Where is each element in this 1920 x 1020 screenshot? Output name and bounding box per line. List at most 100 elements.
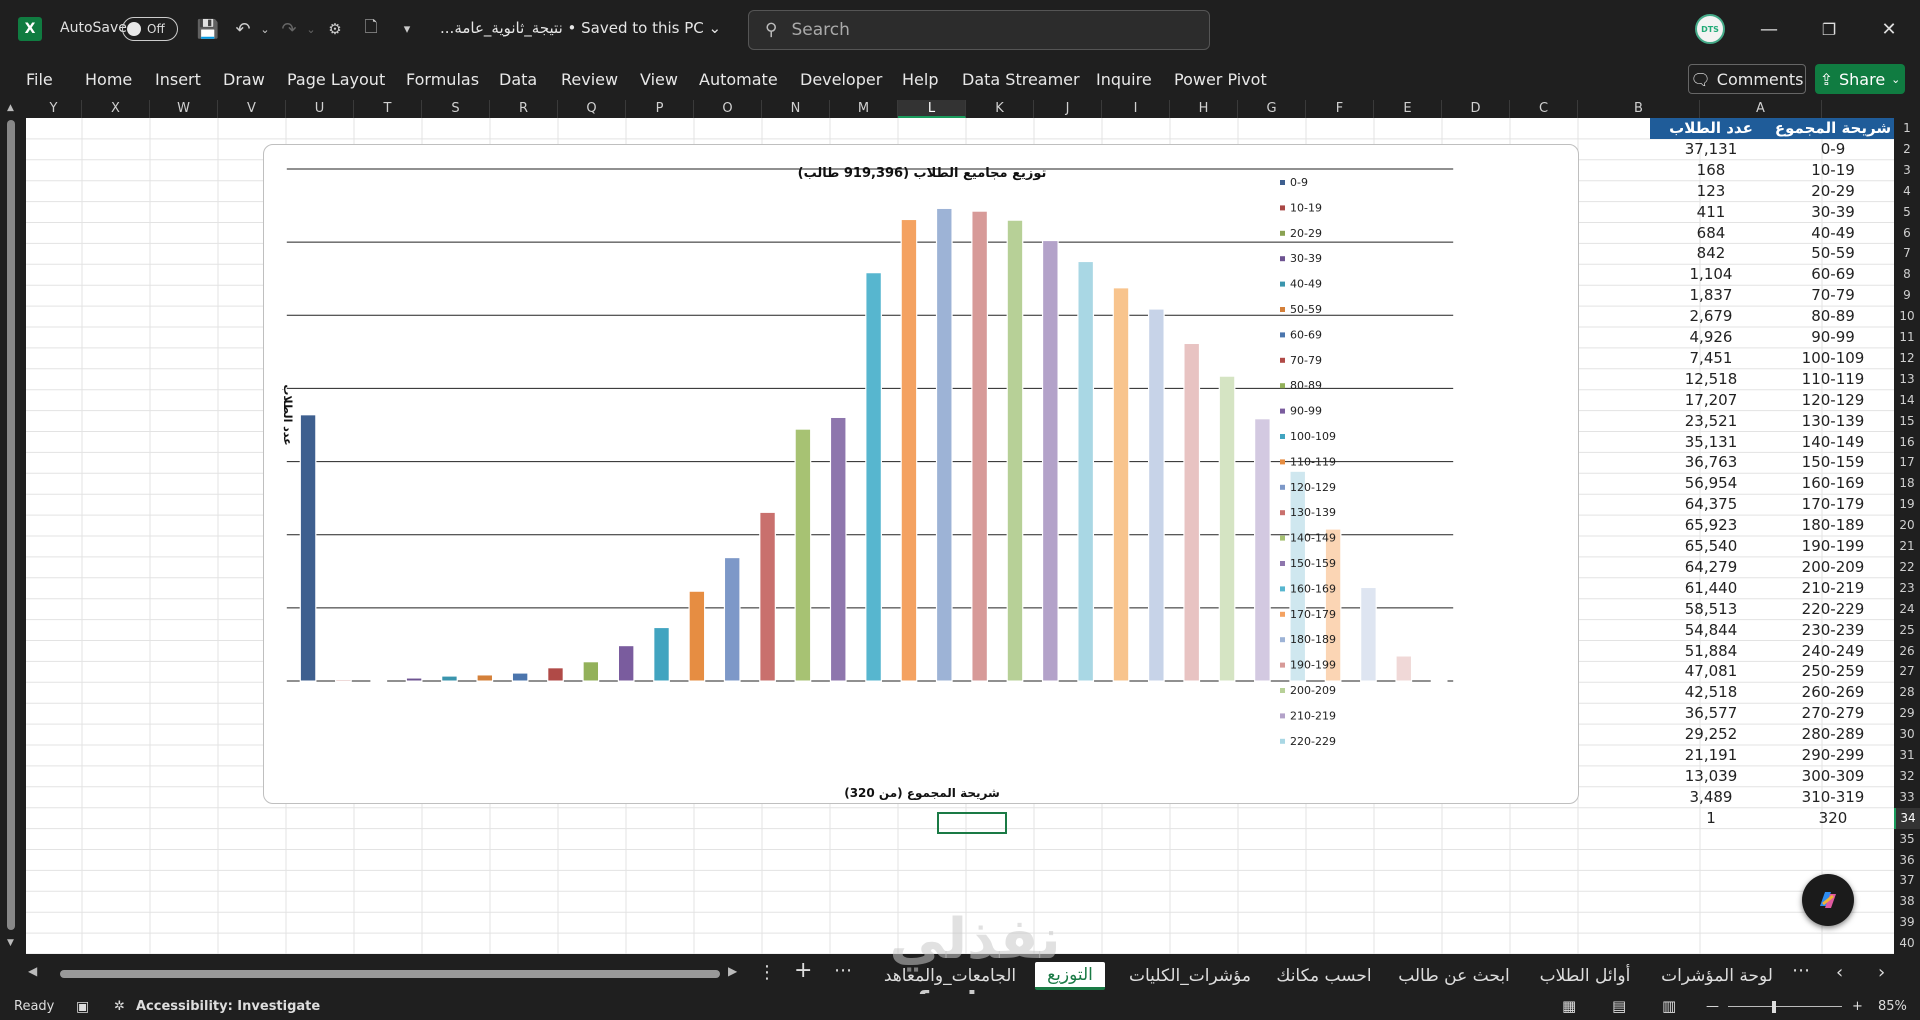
chart-bar-240-249[interactable] <box>1147 308 1165 682</box>
table-cell-count[interactable]: 842 <box>1650 243 1772 264</box>
chart-bar-220-229[interactable] <box>1077 261 1095 682</box>
chart-bar-300-309[interactable] <box>1360 587 1377 682</box>
row-header-26[interactable]: 26 <box>1894 641 1920 662</box>
more-sheets-right-icon[interactable]: ⋯ <box>1792 960 1810 981</box>
tab-review[interactable]: Review <box>561 70 618 89</box>
table-cell-count[interactable]: 29,252 <box>1650 724 1772 745</box>
chart-bar-120-129[interactable] <box>723 557 741 682</box>
row-header-2[interactable]: 2 <box>1894 139 1920 160</box>
copilot-button[interactable] <box>1802 874 1854 926</box>
table-cell-range[interactable]: 160-169 <box>1772 473 1894 494</box>
table-cell-range[interactable]: 130-139 <box>1772 411 1894 432</box>
chart-bar-310-319[interactable] <box>1395 655 1413 682</box>
table-cell-range[interactable]: 200-209 <box>1772 557 1894 578</box>
row-header-39[interactable]: 39 <box>1894 912 1920 933</box>
tab-formulas[interactable]: Formulas <box>406 70 479 89</box>
column-header-r[interactable]: R <box>490 100 558 118</box>
chart-bar-190-199[interactable] <box>971 210 989 682</box>
table-cell-count[interactable]: 123 <box>1650 181 1772 202</box>
table-cell-count[interactable]: 65,923 <box>1650 515 1772 536</box>
column-header-k[interactable]: K <box>966 100 1034 118</box>
chart-bar-10-19[interactable] <box>335 679 352 682</box>
chart-bar-130-139[interactable] <box>759 511 776 682</box>
chart-bar-110-119[interactable] <box>688 590 706 682</box>
row-header-20[interactable]: 20 <box>1894 515 1920 536</box>
chart-bar-50-59[interactable] <box>476 674 494 682</box>
table-cell-range[interactable]: 100-109 <box>1772 348 1894 369</box>
row-header-23[interactable]: 23 <box>1894 578 1920 599</box>
row-header-5[interactable]: 5 <box>1894 202 1920 223</box>
table-cell-range[interactable]: 170-179 <box>1772 494 1894 515</box>
column-header-i[interactable]: I <box>1102 100 1170 118</box>
row-header-3[interactable]: 3 <box>1894 160 1920 181</box>
row-header-27[interactable]: 27 <box>1894 661 1920 682</box>
scroll-up-icon[interactable]: ▲ <box>7 103 14 113</box>
chart-bar-200-209[interactable] <box>1006 219 1024 682</box>
undo-dropdown-icon[interactable]: ⌄ <box>252 16 278 42</box>
chart-bar-150-159[interactable] <box>829 416 847 682</box>
table-cell-range[interactable]: 290-299 <box>1772 745 1894 766</box>
table-cell-count[interactable]: 47,081 <box>1650 661 1772 682</box>
chart-bar-280-289[interactable] <box>1289 470 1307 682</box>
table-cell-count[interactable]: 36,763 <box>1650 452 1772 473</box>
row-header-9[interactable]: 9 <box>1894 285 1920 306</box>
column-header-d[interactable]: D <box>1442 100 1510 118</box>
sheet-tab-college-indicators[interactable]: مؤشرات_الكليات <box>1120 962 1260 990</box>
table-cell-range[interactable]: 20-29 <box>1772 181 1894 202</box>
table-cell-range[interactable]: 270-279 <box>1772 703 1894 724</box>
column-header-t[interactable]: T <box>354 100 422 118</box>
column-header-s[interactable]: S <box>422 100 490 118</box>
document-title[interactable]: ...نتيجة_ثانوية_عامة • Saved to this PC … <box>440 19 721 37</box>
zoom-level[interactable]: 85% <box>1878 999 1907 1014</box>
chart-bar-250-259[interactable] <box>1183 343 1201 682</box>
zoom-out-icon[interactable]: — <box>1706 999 1719 1014</box>
table-cell-range[interactable]: 90-99 <box>1772 327 1894 348</box>
row-header-21[interactable]: 21 <box>1894 536 1920 557</box>
table-cell-count[interactable]: 3,489 <box>1650 787 1772 808</box>
more-options-icon[interactable]: ⋮ <box>758 962 776 983</box>
chart-bar-270-279[interactable] <box>1254 418 1271 682</box>
row-header-24[interactable]: 24 <box>1894 599 1920 620</box>
share-button[interactable]: ⇪ Share ⌄ <box>1815 64 1905 94</box>
table-cell-count[interactable]: 1 <box>1650 808 1772 829</box>
tab-page-layout[interactable]: Page Layout <box>287 70 385 89</box>
table-cell-count[interactable]: 17,207 <box>1650 390 1772 411</box>
tab-data-streamer[interactable]: Data Streamer <box>962 70 1080 89</box>
table-cell-count[interactable]: 61,440 <box>1650 578 1772 599</box>
chart-bar-70-79[interactable] <box>547 667 564 682</box>
table-cell-count[interactable]: 51,884 <box>1650 641 1772 662</box>
column-header-h[interactable]: H <box>1170 100 1238 118</box>
restore-icon[interactable]: ❐ <box>1814 14 1844 44</box>
row-header-28[interactable]: 28 <box>1894 682 1920 703</box>
table-cell-range[interactable]: 70-79 <box>1772 285 1894 306</box>
row-header-18[interactable]: 18 <box>1894 473 1920 494</box>
table-cell-count[interactable]: 411 <box>1650 202 1772 223</box>
chart-bar-180-189[interactable] <box>935 207 953 682</box>
table-cell-count[interactable]: 1,104 <box>1650 264 1772 285</box>
column-header-c[interactable]: C <box>1510 100 1578 118</box>
table-cell-range[interactable]: 0-9 <box>1772 139 1894 160</box>
chart-bar-230-239[interactable] <box>1112 287 1130 682</box>
table-header-count[interactable]: عدد الطلاب <box>1650 118 1772 139</box>
tab-draw[interactable]: Draw <box>223 70 265 89</box>
column-header-e[interactable]: E <box>1374 100 1442 118</box>
zoom-in-icon[interactable]: + <box>1852 999 1863 1014</box>
table-cell-count[interactable]: 684 <box>1650 223 1772 244</box>
table-cell-range[interactable]: 300-309 <box>1772 766 1894 787</box>
table-cell-count[interactable]: 58,513 <box>1650 599 1772 620</box>
macro-icon[interactable]: ▣ <box>76 999 89 1015</box>
row-header-16[interactable]: 16 <box>1894 432 1920 453</box>
table-cell-range[interactable]: 60-69 <box>1772 264 1894 285</box>
tab-automate[interactable]: Automate <box>699 70 778 89</box>
table-cell-count[interactable]: 37,131 <box>1650 139 1772 160</box>
table-cell-range[interactable]: 280-289 <box>1772 724 1894 745</box>
prev-sheet-icon[interactable]: ‹ <box>1836 962 1843 983</box>
table-cell-count[interactable]: 64,375 <box>1650 494 1772 515</box>
avatar[interactable]: DTS <box>1695 14 1725 44</box>
table-cell-count[interactable]: 1,837 <box>1650 285 1772 306</box>
redo-dropdown-icon[interactable]: ⌄ <box>298 16 324 42</box>
column-header-q[interactable]: Q <box>558 100 626 118</box>
table-cell-range[interactable]: 260-269 <box>1772 682 1894 703</box>
sheet-tab-calculate-rank[interactable]: احسب مكانك <box>1272 962 1376 990</box>
table-cell-count[interactable]: 42,518 <box>1650 682 1772 703</box>
